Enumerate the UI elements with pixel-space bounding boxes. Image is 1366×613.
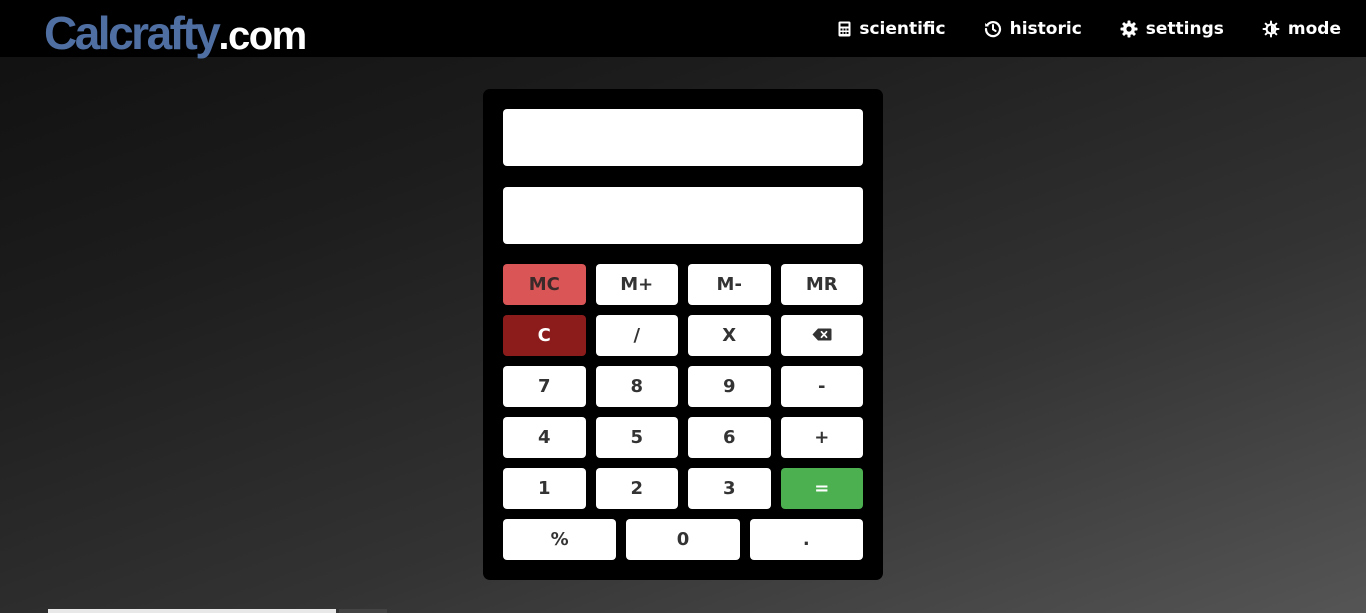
main-nav: scientific historic settings mode — [838, 0, 1341, 57]
keypad-row-memory: MC M+ M- MR — [503, 264, 863, 305]
expression-display[interactable] — [503, 109, 863, 166]
keypad-row-3: 4 5 6 + — [503, 417, 863, 458]
gear-icon — [1120, 20, 1138, 38]
multiply-button[interactable]: X — [688, 315, 771, 356]
digit-8-button[interactable]: 8 — [595, 366, 678, 407]
digit-3-button[interactable]: 3 — [688, 468, 771, 509]
result-display[interactable] — [503, 187, 863, 244]
keypad: MC M+ M- MR C / X 7 8 9 - 4 5 6 + 1 2 3 … — [503, 264, 863, 570]
digit-0-button[interactable]: 0 — [626, 519, 740, 560]
digit-9-button[interactable]: 9 — [688, 366, 771, 407]
nav-settings[interactable]: settings — [1120, 19, 1224, 39]
nav-label: mode — [1287, 18, 1341, 39]
nav-historic[interactable]: historic — [984, 19, 1082, 39]
nav-scientific[interactable]: scientific — [838, 18, 946, 39]
percent-button[interactable]: % — [503, 519, 617, 560]
backspace-button[interactable] — [780, 315, 863, 356]
keypad-row-5: % 0 . — [503, 519, 863, 560]
site-logo[interactable]: Calcrafty .com — [44, 4, 307, 59]
digit-1-button[interactable]: 1 — [503, 468, 586, 509]
keypad-row-4: 1 2 3 = — [503, 468, 863, 509]
nav-mode[interactable]: mode — [1262, 19, 1341, 39]
memory-recall-button[interactable]: MR — [780, 264, 863, 305]
top-navbar: Calcrafty .com scientific historic setti… — [0, 0, 1366, 57]
digit-4-button[interactable]: 4 — [503, 417, 586, 458]
nav-label: scientific — [859, 18, 946, 39]
brightness-icon — [1262, 20, 1280, 38]
clear-button[interactable]: C — [503, 315, 586, 356]
memory-add-button[interactable]: M+ — [595, 264, 678, 305]
calculator-icon — [838, 21, 851, 37]
plus-button[interactable]: + — [780, 417, 863, 458]
keypad-row-2: 7 8 9 - — [503, 366, 863, 407]
bottom-bar-secondary — [339, 609, 387, 613]
memory-subtract-button[interactable]: M- — [688, 264, 771, 305]
history-icon — [984, 20, 1002, 38]
logo-domain: .com — [218, 14, 307, 58]
equals-button[interactable]: = — [780, 468, 863, 509]
backspace-icon — [812, 325, 832, 346]
bottom-bar — [48, 609, 336, 613]
nav-label: settings — [1145, 18, 1224, 39]
digit-2-button[interactable]: 2 — [595, 468, 678, 509]
decimal-button[interactable]: . — [749, 519, 863, 560]
calculator-panel: MC M+ M- MR C / X 7 8 9 - 4 5 6 + 1 2 3 … — [483, 89, 883, 580]
divide-button[interactable]: / — [595, 315, 678, 356]
keypad-row-1: C / X — [503, 315, 863, 356]
logo-name: Calcrafty — [44, 7, 221, 59]
digit-7-button[interactable]: 7 — [503, 366, 586, 407]
minus-button[interactable]: - — [780, 366, 863, 407]
nav-label: historic — [1009, 18, 1082, 39]
digit-6-button[interactable]: 6 — [688, 417, 771, 458]
digit-5-button[interactable]: 5 — [595, 417, 678, 458]
memory-clear-button[interactable]: MC — [503, 264, 586, 305]
